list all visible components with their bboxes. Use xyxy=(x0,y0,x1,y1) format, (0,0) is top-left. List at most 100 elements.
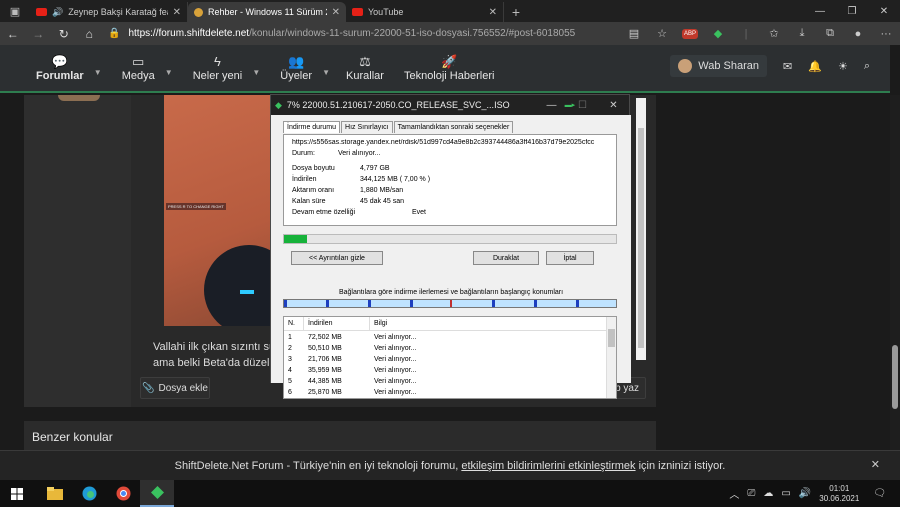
chevron-down-icon[interactable]: ▼ xyxy=(165,68,173,77)
table-row[interactable]: 5 44,385 MB Veri alınıyor... xyxy=(284,377,616,388)
chevron-up-icon[interactable]: ︿ xyxy=(729,486,739,501)
maximize-icon[interactable]: ☐ xyxy=(567,95,598,115)
bell-icon[interactable]: 🔔 xyxy=(808,60,822,73)
close-tab-icon[interactable]: ✕ xyxy=(173,7,181,18)
nav-teknoloji-haberleri[interactable]: 🚀 Teknoloji Haberleri xyxy=(394,54,505,82)
user-menu[interactable]: Wab Sharan xyxy=(670,55,768,77)
resume-label: Devam etme özelliği xyxy=(292,209,356,216)
theme-toggle-icon[interactable]: ☀ xyxy=(838,60,848,73)
tab-speed-limiter[interactable]: Hız Sınırlayıcı xyxy=(341,121,393,133)
tab-after-completion[interactable]: Tamamlandıktan sonraki seçenekler xyxy=(393,121,514,133)
connection-segment xyxy=(284,300,287,307)
shiftdelete-favicon-icon xyxy=(194,7,203,17)
close-tab-icon[interactable]: ✕ xyxy=(489,7,497,18)
back-icon[interactable]: ← xyxy=(0,22,26,45)
post-image[interactable]: PRESS R TO CHANGE RIGHT xyxy=(164,95,274,326)
minimize-icon[interactable]: — xyxy=(804,0,836,22)
nav-neler-yeni[interactable]: ϟ Neler yeni ▼ xyxy=(183,54,261,82)
nav-uyeler[interactable]: 👥 Üyeler ▼ xyxy=(270,54,330,82)
restore-icon[interactable]: ❐ xyxy=(836,0,868,22)
speaker-icon[interactable]: 🔊 xyxy=(52,7,63,18)
table-row[interactable]: 3 21,706 MB Veri alınıyor... xyxy=(284,355,616,366)
favorite-star-icon[interactable]: ☆ xyxy=(648,22,676,45)
page-scrollbar[interactable] xyxy=(890,95,900,450)
browser-tab-strip: ▣ 🔊 Zeynep Bakşi Karatağ feat. ... ✕ Reh… xyxy=(0,0,900,22)
cell: Veri alınıyor... xyxy=(374,356,417,363)
column-header[interactable]: N. xyxy=(284,317,304,330)
nav-kurallar[interactable]: ⚖ Kurallar xyxy=(336,54,394,82)
cloud-icon[interactable]: ☁ xyxy=(763,488,773,499)
notification-center-icon[interactable]: 🗨 xyxy=(873,488,886,499)
meet-now-icon[interactable]: ⎚ xyxy=(747,488,755,499)
table-row[interactable]: 1 72,502 MB Veri alınıyor... xyxy=(284,333,616,344)
chevron-down-icon[interactable]: ▼ xyxy=(322,68,330,77)
field-label: Aktarım oranı xyxy=(292,187,335,194)
table-row[interactable]: 2 50,510 MB Veri alınıyor... xyxy=(284,344,616,355)
url-field[interactable]: 🔒 https://forum.shiftdelete.net/konular/… xyxy=(102,24,612,44)
dialog-window-controls: — ☐ ✕ xyxy=(536,95,629,115)
dialog-tabs: İndirme durumu Hız Sınırlayıcı Tamamland… xyxy=(283,121,514,133)
enable-notifications-link[interactable]: etkileşim bildirimlerini etkinleştirmek xyxy=(461,460,635,472)
column-header[interactable]: Bilgi xyxy=(370,317,606,330)
youtube-favicon-icon xyxy=(36,8,47,16)
chevron-down-icon[interactable]: ▼ xyxy=(252,68,260,77)
browser-tab-0[interactable]: 🔊 Zeynep Bakşi Karatağ feat. ... ✕ xyxy=(30,2,188,22)
search-icon[interactable]: ⌕ xyxy=(864,60,870,73)
divider: | xyxy=(744,27,748,40)
scrollbar-thumb[interactable] xyxy=(892,345,898,409)
close-icon[interactable]: ✕ xyxy=(871,458,880,471)
forward-icon[interactable]: → xyxy=(26,22,52,45)
collections-icon[interactable]: ⧉ xyxy=(816,22,844,45)
tab-actions-icon[interactable]: ▣ xyxy=(0,0,30,22)
browser-tab-1[interactable]: Rehber - Windows 11 Sürüm 22000... ✕ xyxy=(188,2,346,22)
idm-taskbar-icon[interactable] xyxy=(140,480,174,507)
reload-icon[interactable]: ↻ xyxy=(51,22,77,45)
network-icon[interactable]: ▭ xyxy=(781,488,790,499)
dialog-body: İndirme durumu Hız Sınırlayıcı Tamamland… xyxy=(271,115,631,399)
adblock-badge-icon[interactable]: ABP xyxy=(676,22,704,45)
table-row[interactable]: 4 35,959 MB Veri alınıyor... xyxy=(284,366,616,377)
table-scrollbar[interactable] xyxy=(606,317,616,398)
table-row[interactable]: 6 25,870 MB Veri alınıyor... xyxy=(284,388,616,398)
close-window-icon[interactable]: ✕ xyxy=(868,0,900,22)
dialog-titlebar[interactable]: ◆ 7% 22000.51.210617-2050.CO_RELEASE_SVC… xyxy=(271,95,629,115)
scrollbar-thumb[interactable] xyxy=(638,128,644,348)
minimize-icon[interactable]: — xyxy=(536,95,567,115)
browser-tab-2[interactable]: YouTube ✕ xyxy=(346,2,504,22)
hide-details-button[interactable]: << Ayrıntıları gizle xyxy=(291,251,383,265)
system-tray: ︿ ⎚ ☁ ▭ 🔊 01:01 30.06.2021 🗨 xyxy=(729,480,900,507)
idm-extension-icon[interactable]: ◆ xyxy=(704,22,732,45)
tab-download-status[interactable]: İndirme durumu xyxy=(283,121,341,133)
clock[interactable]: 01:01 30.06.2021 xyxy=(819,484,859,504)
nav-forumlar[interactable]: 💬 Forumlar ▼ xyxy=(26,54,102,82)
new-tab-button[interactable]: + xyxy=(504,2,528,22)
profile-avatar-icon[interactable]: ● xyxy=(844,22,872,45)
edge-browser-icon[interactable] xyxy=(72,480,106,507)
close-icon[interactable]: ✕ xyxy=(598,95,629,115)
file-explorer-icon[interactable] xyxy=(38,480,72,507)
close-tab-icon[interactable]: ✕ xyxy=(332,7,340,18)
pause-button[interactable]: Duraklat xyxy=(473,251,539,265)
chrome-browser-icon[interactable] xyxy=(106,480,140,507)
author-avatar[interactable] xyxy=(58,95,100,101)
inbox-icon[interactable]: ✉ xyxy=(783,60,792,73)
downloads-icon[interactable]: ⤓ xyxy=(788,22,816,45)
cell: 50,510 MB xyxy=(308,345,342,352)
more-menu-icon[interactable]: ··· xyxy=(872,22,900,45)
reader-view-icon[interactable]: ▤ xyxy=(620,22,648,45)
cancel-button[interactable]: İptal xyxy=(546,251,594,265)
chevron-down-icon[interactable]: ▼ xyxy=(94,68,102,77)
scrollbar-thumb[interactable] xyxy=(608,329,615,347)
toolbar-icons: ▤ ☆ ABP ◆ | ✩ ⤓ ⧉ ● ··· xyxy=(620,22,900,45)
nav-medya[interactable]: ▭ Medya ▼ xyxy=(112,54,173,82)
image-dark-shape xyxy=(204,245,274,326)
table-header: N. İndirilen Bilgi xyxy=(284,317,616,331)
volume-icon[interactable]: 🔊 xyxy=(799,488,811,499)
favorites-icon[interactable]: ✩ xyxy=(760,22,788,45)
windows-start-icon[interactable] xyxy=(0,480,34,507)
home-icon[interactable]: ⌂ xyxy=(77,22,103,45)
field-value: 344,125 MB ( 7,00 % ) xyxy=(360,176,431,183)
side-scrollbar[interactable] xyxy=(636,98,646,360)
column-header[interactable]: İndirilen xyxy=(304,317,370,330)
attach-file-button[interactable]: 📎 Dosya ekle xyxy=(140,377,210,399)
